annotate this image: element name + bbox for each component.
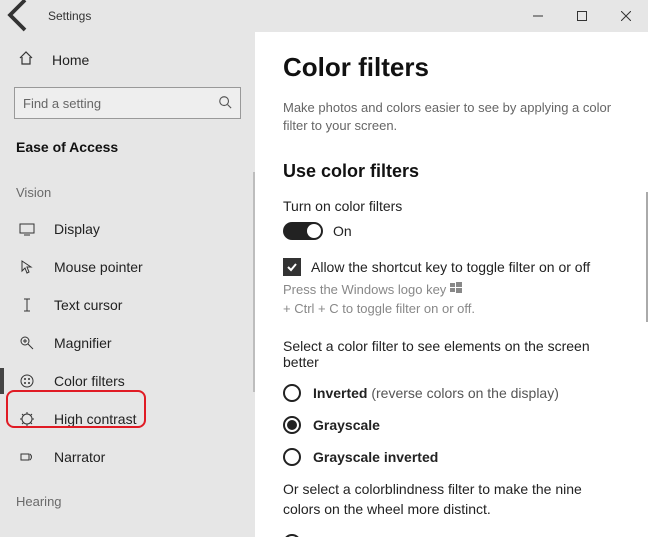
sidebar-item-color-filters[interactable]: Color filters xyxy=(0,362,255,400)
close-button[interactable] xyxy=(604,0,648,32)
page-description: Make photos and colors easier to see by … xyxy=(283,99,620,135)
sidebar-item-text-cursor[interactable]: Text cursor xyxy=(0,286,255,324)
select-filter-label: Select a color filter to see elements on… xyxy=(283,338,620,370)
narrator-icon xyxy=(18,449,36,465)
titlebar: Settings xyxy=(0,0,648,32)
sidebar-item-label: Magnifier xyxy=(54,335,112,351)
section-heading: Use color filters xyxy=(283,161,620,182)
toggle-label: Turn on color filters xyxy=(283,198,620,214)
radio-button[interactable] xyxy=(283,384,301,402)
home-icon xyxy=(18,50,36,69)
sidebar-item-label: Color filters xyxy=(54,373,125,389)
sidebar-item-high-contrast[interactable]: High contrast xyxy=(0,400,255,438)
radio-grayscale[interactable]: Grayscale xyxy=(283,416,620,434)
shortcut-hint: Press the Windows logo key + Ctrl + C to… xyxy=(283,282,620,316)
text-cursor-icon xyxy=(18,297,36,313)
search-icon xyxy=(218,95,232,112)
sidebar-item-label: High contrast xyxy=(54,411,136,427)
sidebar-item-label: Display xyxy=(54,221,100,237)
category-heading: Ease of Access xyxy=(0,133,255,167)
radio-red-green-deuteranopia[interactable]: Red-green (green weak, deuteranopia) xyxy=(283,534,620,537)
page-title: Color filters xyxy=(283,52,620,83)
home-link[interactable]: Home xyxy=(0,42,255,77)
radio-button[interactable] xyxy=(283,534,301,537)
magnifier-icon xyxy=(18,335,36,351)
group-vision: Vision xyxy=(0,167,255,210)
high-contrast-icon xyxy=(18,411,36,427)
main-panel: Color filters Make photos and colors eas… xyxy=(255,32,648,537)
group-hearing: Hearing xyxy=(0,476,255,519)
minimize-button[interactable] xyxy=(516,0,560,32)
sidebar-item-display[interactable]: Display xyxy=(0,210,255,248)
sidebar-item-magnifier[interactable]: Magnifier xyxy=(0,324,255,362)
windows-key-icon xyxy=(450,282,462,297)
radio-button[interactable] xyxy=(283,416,301,434)
home-label: Home xyxy=(52,52,89,68)
sidebar-item-label: Narrator xyxy=(54,449,105,465)
sidebar-item-label: Mouse pointer xyxy=(54,259,143,275)
window-title: Settings xyxy=(48,9,91,23)
checkbox-label: Allow the shortcut key to toggle filter … xyxy=(311,259,590,275)
shortcut-checkbox[interactable] xyxy=(283,258,301,276)
search-input[interactable] xyxy=(23,96,218,111)
sidebar-item-narrator[interactable]: Narrator xyxy=(0,438,255,476)
color-filters-icon xyxy=(18,373,36,389)
display-icon xyxy=(18,221,36,237)
sidebar-item-label: Text cursor xyxy=(54,297,122,313)
radio-inverted[interactable]: Inverted (reverse colors on the display) xyxy=(283,384,620,402)
maximize-button[interactable] xyxy=(560,0,604,32)
search-box[interactable] xyxy=(14,87,241,119)
or-text: Or select a colorblindness filter to mak… xyxy=(283,480,620,519)
color-filters-toggle[interactable] xyxy=(283,222,323,240)
radio-button[interactable] xyxy=(283,448,301,466)
sidebar-item-mouse-pointer[interactable]: Mouse pointer xyxy=(0,248,255,286)
mouse-pointer-icon xyxy=(18,259,36,275)
radio-grayscale-inverted[interactable]: Grayscale inverted xyxy=(283,448,620,466)
toggle-state: On xyxy=(333,223,352,239)
sidebar: Home Ease of Access Vision Display Mouse… xyxy=(0,32,255,537)
